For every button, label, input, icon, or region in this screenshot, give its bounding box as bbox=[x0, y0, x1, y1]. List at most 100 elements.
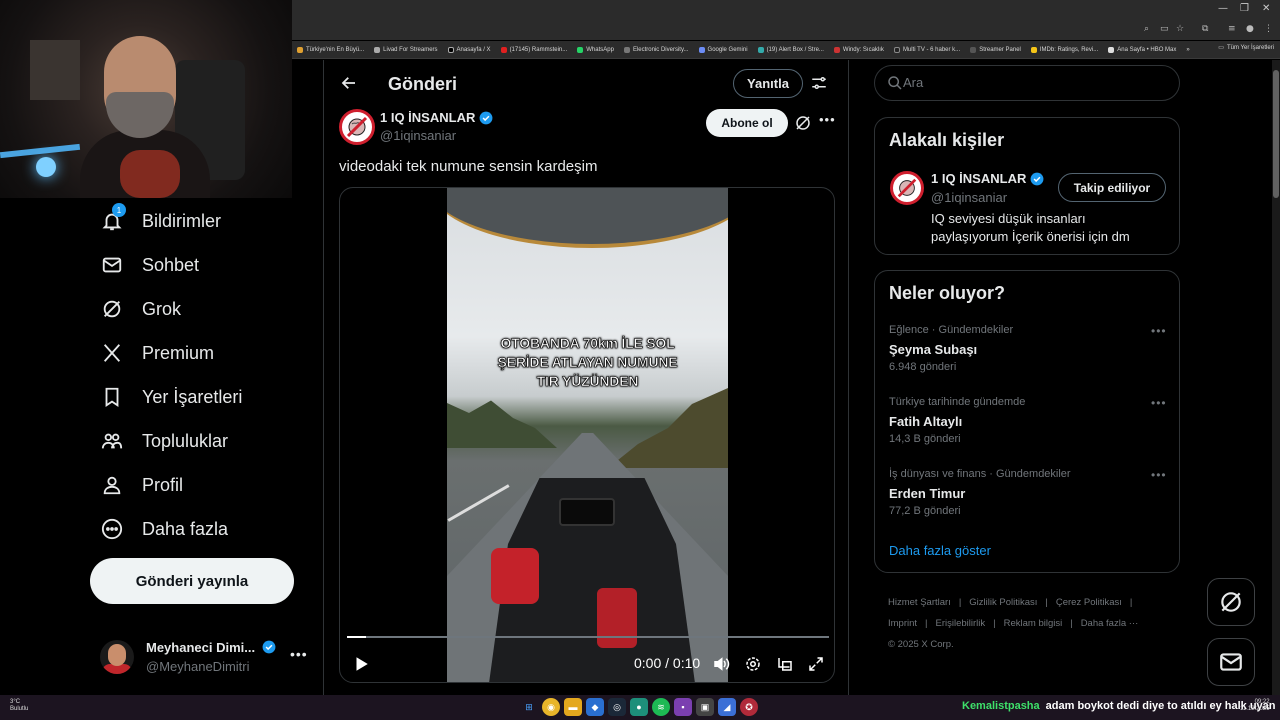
bookmark[interactable]: (17145) Rammstein... bbox=[496, 46, 573, 53]
steam-icon[interactable]: ◎ bbox=[608, 698, 626, 716]
bookmark[interactable]: Windy: Sıcaklık bbox=[829, 46, 889, 53]
trend-context: Eğlence · Gündemdekiler bbox=[889, 324, 1014, 336]
volume-icon[interactable] bbox=[712, 655, 730, 673]
related-name[interactable]: 1 IQ İNSANLAR bbox=[931, 171, 1044, 186]
media-icon[interactable]: ≡ bbox=[1228, 24, 1236, 34]
windy-favicon-icon bbox=[833, 46, 840, 53]
chrome-icon[interactable]: ◉ bbox=[542, 698, 560, 716]
folder-icon[interactable]: ▬ bbox=[564, 698, 582, 716]
subscribe-button[interactable]: Abone ol bbox=[706, 109, 788, 137]
app-icon[interactable]: ▪ bbox=[674, 698, 692, 716]
maximize-icon[interactable]: ❐ bbox=[1240, 3, 1249, 14]
account-name-text: Meyhaneci Dimi... bbox=[146, 640, 256, 655]
nav-item-bookmarks[interactable]: Yer İşaretleri bbox=[100, 382, 242, 412]
bookmark[interactable]: Anasayfa / X bbox=[443, 46, 496, 53]
back-arrow-icon[interactable] bbox=[340, 74, 358, 97]
app-icon[interactable]: ● bbox=[630, 698, 648, 716]
bookmark[interactable]: Ana Sayfa • HBO Max bbox=[1103, 46, 1181, 53]
author-name[interactable]: 1 IQ İNSANLAR bbox=[380, 110, 493, 125]
account-switcher[interactable]: Meyhaneci Dimi... @MeyhaneDimitri ••• bbox=[100, 636, 312, 680]
nav-item-notifications[interactable]: 1 Bildirimler bbox=[100, 203, 221, 236]
minimize-icon[interactable]: — bbox=[1218, 3, 1228, 14]
following-button[interactable]: Takip ediliyor bbox=[1058, 173, 1166, 202]
trend-item[interactable]: İş dünyası ve finans · Gündemdekiler Erd… bbox=[889, 468, 1169, 524]
footer-link-ads[interactable]: Reklam bilgisi bbox=[1004, 618, 1063, 629]
nav-item-grok[interactable]: Grok bbox=[100, 294, 181, 324]
profile-icon[interactable]: ● bbox=[1246, 24, 1254, 34]
video-progress-bar[interactable] bbox=[347, 636, 829, 638]
extensions-icon[interactable]: ⧉ bbox=[1202, 24, 1208, 34]
video-player[interactable]: OTOBANDA 70km İLE SOL ŞERİDE ATLAYAN NUM… bbox=[339, 187, 835, 683]
nav-label: Sohbet bbox=[142, 254, 200, 275]
fullscreen-icon[interactable] bbox=[807, 655, 825, 673]
trend-more-icon[interactable]: ••• bbox=[1151, 396, 1167, 410]
bookmark[interactable]: Türkiye'nin En Büyü... bbox=[292, 46, 369, 53]
nav-item-profile[interactable]: Profil bbox=[100, 470, 183, 500]
app-icon[interactable]: ◢ bbox=[718, 698, 736, 716]
nav-item-communities[interactable]: Topluluklar bbox=[100, 426, 228, 456]
footer-link-accessibility[interactable]: Erişilebilirlik bbox=[936, 618, 986, 629]
post-more-icon[interactable]: ••• bbox=[819, 112, 836, 127]
menu-icon[interactable]: ⋮ bbox=[1264, 24, 1273, 34]
system-clock[interactable]: 09:22 11.12.2025 bbox=[1240, 699, 1270, 713]
trend-context: İş dünyası ve finans · Gündemdekiler bbox=[889, 468, 1071, 480]
footer-link-more[interactable]: Daha fazla ··· bbox=[1081, 618, 1139, 629]
nav-label: Topluluklar bbox=[142, 430, 229, 451]
account-more-icon[interactable]: ••• bbox=[290, 646, 308, 662]
post-button[interactable]: Gönderi yayınla bbox=[90, 558, 294, 604]
scrollbar-thumb[interactable] bbox=[1273, 70, 1279, 198]
video-caption-line: ŞERİDE ATLAYAN NUMUNE bbox=[497, 354, 678, 371]
related-handle[interactable]: @1iqinsaniar bbox=[931, 190, 1007, 205]
footer-link-imprint[interactable]: Imprint bbox=[888, 618, 917, 629]
author-handle[interactable]: @1iqinsaniar bbox=[380, 128, 456, 143]
footer-link-privacy[interactable]: Gizlilik Politikası bbox=[969, 597, 1037, 608]
bookmark[interactable]: Multi TV - 6 haber k... bbox=[889, 46, 965, 53]
grok-fab-button[interactable] bbox=[1207, 578, 1255, 626]
bookmark[interactable]: Livad For Streamers bbox=[369, 46, 442, 53]
video-frame: OTOBANDA 70km İLE SOL ŞERİDE ATLAYAN NUM… bbox=[447, 188, 728, 682]
page-scrollbar[interactable] bbox=[1272, 60, 1280, 695]
bookmark-icon bbox=[100, 385, 124, 409]
bookmarks-overflow[interactable]: » bbox=[1181, 47, 1194, 53]
footer-link-terms[interactable]: Hizmet Şartları bbox=[888, 597, 951, 608]
bookmark[interactable]: WhatsApp bbox=[572, 46, 619, 53]
trend-more-icon[interactable]: ••• bbox=[1151, 468, 1167, 482]
app-icon[interactable]: ◆ bbox=[586, 698, 604, 716]
spotify-icon[interactable]: ≋ bbox=[652, 698, 670, 716]
star-icon[interactable]: ☆ bbox=[1176, 24, 1184, 34]
grok-icon[interactable] bbox=[794, 114, 812, 132]
x-logo-icon bbox=[100, 341, 124, 365]
trend-item[interactable]: Eğlence · Gündemdekiler Şeyma Subaşı 6.9… bbox=[889, 324, 1169, 380]
nav-item-chat[interactable]: Sohbet bbox=[100, 250, 199, 280]
show-more-link[interactable]: Daha fazla göster bbox=[889, 543, 991, 558]
zoom-icon[interactable]: ⌕ bbox=[1144, 24, 1149, 34]
trend-more-icon[interactable]: ••• bbox=[1151, 324, 1167, 338]
related-avatar[interactable] bbox=[890, 171, 924, 205]
nav-item-premium[interactable]: Premium bbox=[100, 338, 214, 368]
app-icon[interactable]: ✪ bbox=[740, 698, 758, 716]
footer-link-cookies[interactable]: Çerez Politikası bbox=[1056, 597, 1122, 608]
author-avatar[interactable] bbox=[339, 109, 375, 145]
bookmark[interactable]: IMDb: Ratings, Revi... bbox=[1026, 46, 1103, 53]
nav-item-more[interactable]: Daha fazla bbox=[100, 514, 228, 544]
post-column: Gönderi Yanıtla 1 IQ İNSANLAR @1iqinsani… bbox=[323, 60, 849, 695]
sliders-icon[interactable] bbox=[810, 74, 828, 92]
start-icon[interactable]: ⊞ bbox=[520, 698, 538, 716]
all-bookmarks[interactable]: ▭ Tüm Yer İşaretleri bbox=[1218, 44, 1274, 52]
app-icon[interactable]: ▣ bbox=[696, 698, 714, 716]
trend-item[interactable]: Türkiye tarihinde gündemde Fatih Altaylı… bbox=[889, 396, 1169, 452]
weather-widget[interactable]: 3°C Bulutlu bbox=[10, 699, 28, 713]
settings-gear-icon[interactable] bbox=[744, 655, 762, 673]
close-icon[interactable]: ✕ bbox=[1262, 3, 1270, 14]
nav-label: Profil bbox=[142, 474, 184, 495]
bookmark[interactable]: (19) Alert Box / Stre... bbox=[753, 46, 829, 53]
bookmark[interactable]: Streamer Panel bbox=[965, 46, 1026, 53]
play-icon[interactable] bbox=[352, 655, 370, 673]
search-input[interactable]: Ara bbox=[874, 65, 1180, 101]
picture-in-picture-icon[interactable] bbox=[776, 655, 794, 673]
cast-icon[interactable]: ▭ bbox=[1160, 24, 1169, 34]
messages-fab-button[interactable] bbox=[1207, 638, 1255, 686]
bookmark[interactable]: Google Gemini bbox=[694, 46, 753, 53]
reply-button[interactable]: Yanıtla bbox=[733, 69, 803, 98]
bookmark[interactable]: Electronic Diversity... bbox=[619, 46, 694, 53]
